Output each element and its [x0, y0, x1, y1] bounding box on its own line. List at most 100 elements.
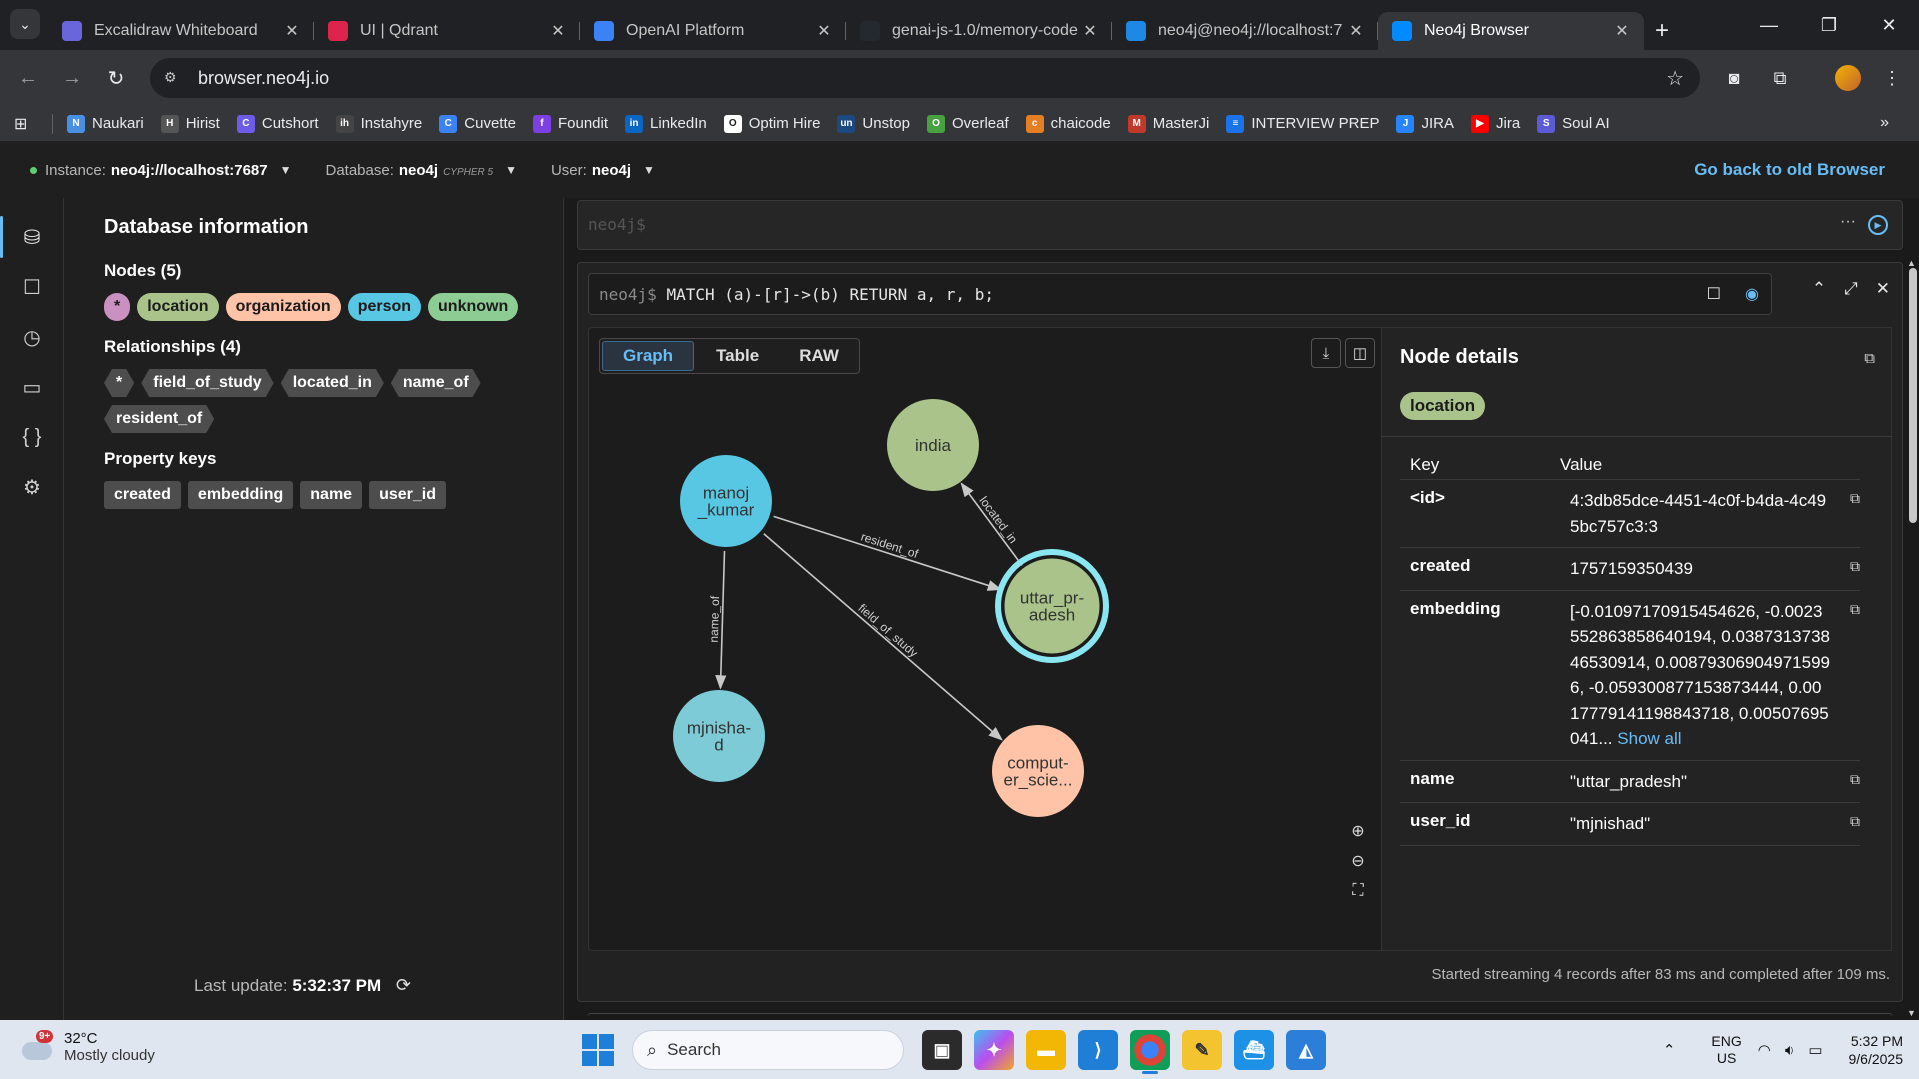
fit-to-screen-icon[interactable]: ⛶ — [1345, 878, 1371, 904]
browser-tab[interactable]: neo4j@neo4j://localhost:7 ✕ — [1112, 12, 1378, 50]
property-key-chip[interactable]: user_id — [369, 481, 446, 509]
bookmark-item[interactable]: O Overleaf — [926, 114, 1009, 133]
chevron-up-icon[interactable]: ⌃ — [1663, 1041, 1676, 1059]
graph-edge[interactable] — [763, 533, 1003, 741]
bookmark-item[interactable]: N Naukari — [67, 114, 144, 133]
file-explorer-icon[interactable]: ▬ — [1026, 1030, 1066, 1070]
copy-icon[interactable]: ⧉ — [1850, 813, 1860, 830]
bookmark-item[interactable]: M MasterJi — [1127, 114, 1209, 133]
more-bookmarks-icon[interactable]: » — [1880, 114, 1889, 132]
bookmark-item[interactable]: S Soul AI — [1537, 114, 1610, 133]
frame-query-bar[interactable]: neo4j$ MATCH (a)-[r]->(b) RETURN a, r, b… — [588, 273, 1772, 315]
docker-icon[interactable]: ⛴ — [1234, 1030, 1274, 1070]
refresh-icon[interactable]: ⟳ — [396, 975, 411, 995]
reload-button[interactable]: ↻ — [100, 62, 132, 94]
copy-icon[interactable]: ⧉ — [1864, 350, 1875, 367]
bookmark-item[interactable]: c chaicode — [1025, 114, 1111, 133]
copy-icon[interactable]: ⧉ — [1850, 771, 1860, 788]
browser-tab[interactable]: UI | Qdrant ✕ — [314, 12, 580, 50]
graph-node[interactable]: india — [887, 399, 979, 491]
scroll-thumb[interactable] — [1909, 268, 1917, 523]
node-label-chip[interactable]: location — [137, 293, 219, 321]
tab-search-button[interactable]: ⌄ — [10, 9, 40, 39]
collapse-icon[interactable]: ⌃ — [1812, 279, 1826, 299]
bookmark-item[interactable]: ≡ INTERVIEW PREP — [1226, 114, 1379, 133]
sticky-notes-icon[interactable]: ✎ — [1182, 1030, 1222, 1070]
params-icon[interactable]: { } — [0, 412, 64, 462]
browser-tab[interactable]: OpenAI Platform ✕ — [580, 12, 846, 50]
bookmark-item[interactable]: O Optim Hire — [723, 114, 820, 133]
copy-icon[interactable]: ⧉ — [1850, 558, 1860, 575]
bookmark-item[interactable]: f Foundit — [532, 114, 608, 133]
favorites-icon[interactable]: ☐ — [0, 262, 64, 312]
apps-grid-icon[interactable]: ⊞ — [14, 114, 36, 134]
screenshot-icon[interactable]: ◙ — [1720, 64, 1748, 92]
url-text[interactable]: browser.neo4j.io — [198, 68, 329, 89]
property-key-chip[interactable]: embedding — [187, 481, 294, 509]
node-label-chip[interactable]: organization — [225, 293, 341, 321]
browser-tab[interactable]: Neo4j Browser ✕ — [1378, 12, 1644, 50]
graph-node[interactable]: comput-er_scie... — [992, 725, 1084, 817]
relationship-chip[interactable]: resident_of — [104, 405, 214, 433]
bookmark-item[interactable]: in LinkedIn — [625, 114, 707, 133]
close-icon[interactable]: ✕ — [1612, 21, 1632, 41]
browser-menu-icon[interactable]: ⋮ — [1878, 64, 1906, 92]
vscode-icon[interactable]: ⟩ — [1078, 1030, 1118, 1070]
bookmark-item[interactable]: J JIRA — [1396, 114, 1454, 133]
copilot-icon[interactable]: ✦ — [974, 1030, 1014, 1070]
chrome-icon[interactable] — [1130, 1030, 1170, 1074]
database-icon[interactable]: ⛁ — [0, 212, 64, 262]
graph-node[interactable]: manoj_kumar — [680, 455, 772, 547]
azure-icon[interactable]: ◭ — [1286, 1030, 1326, 1070]
bookmark-item[interactable]: C Cutshort — [236, 114, 319, 133]
property-key-chip[interactable]: created — [104, 481, 181, 509]
bookmark-icon[interactable]: ☐ — [1707, 284, 1721, 304]
more-options-icon[interactable]: ··· — [1840, 213, 1856, 231]
close-icon[interactable]: ✕ — [548, 21, 568, 41]
history-icon[interactable]: ◷ — [0, 312, 64, 362]
zoom-out-icon[interactable]: ⊖ — [1345, 848, 1371, 874]
run-query-button[interactable]: ▶ — [1868, 215, 1888, 235]
close-frame-icon[interactable]: ✕ — [1876, 279, 1890, 299]
database-selector[interactable]: Database: neo4j CYPHER 5 — [325, 162, 493, 179]
bookmark-item[interactable]: ▶ Jira — [1471, 114, 1520, 133]
node-label-chip[interactable]: person — [347, 293, 422, 321]
user-selector[interactable]: User: neo4j — [551, 162, 631, 179]
volume-icon[interactable]: 🔉︎ — [1785, 1042, 1794, 1059]
browser-tab[interactable]: genai-js-1.0/memory-code ✕ — [846, 12, 1112, 50]
forward-button[interactable]: → — [56, 62, 88, 94]
task-view-icon[interactable]: ▣ — [922, 1030, 962, 1070]
settings-icon[interactable]: ⚙ — [0, 462, 64, 512]
main-scrollbar[interactable]: ▲ ▼ — [1907, 258, 1917, 1018]
relationship-chip[interactable]: name_of — [391, 369, 481, 397]
new-tab-button[interactable]: + — [1644, 12, 1680, 50]
show-all-link[interactable]: Show all — [1617, 729, 1681, 748]
old-browser-link[interactable]: Go back to old Browser — [1694, 160, 1885, 180]
wifi-icon[interactable]: ◠ — [1758, 1041, 1771, 1059]
bookmark-item[interactable]: un Unstop — [837, 114, 910, 133]
language-indicator[interactable]: ENG US — [1711, 1033, 1741, 1067]
chevron-down-icon[interactable]: ▼ — [505, 163, 517, 177]
bookmark-item[interactable]: H Hirist — [160, 114, 220, 133]
bookmark-item[interactable]: ih Instahyre — [335, 114, 422, 133]
property-key-chip[interactable]: name — [300, 481, 363, 509]
profile-avatar[interactable] — [1834, 64, 1862, 92]
address-bar[interactable]: ⚙ browser.neo4j.io ☆ — [150, 58, 1700, 98]
relationship-chip[interactable]: * — [104, 369, 134, 397]
browser-tab[interactable]: Excalidraw Whiteboard ✕ — [48, 12, 314, 50]
fullscreen-icon[interactable]: ⤢ — [1844, 279, 1858, 299]
site-info-icon[interactable]: ⚙ — [164, 69, 182, 87]
node-label-chip[interactable]: * — [104, 293, 131, 321]
copy-icon[interactable]: ⧉ — [1850, 601, 1860, 618]
battery-icon[interactable]: ▭ — [1808, 1041, 1822, 1059]
extensions-icon[interactable]: ⧉ — [1766, 64, 1794, 92]
close-icon[interactable]: ✕ — [1346, 21, 1366, 41]
relationship-chip[interactable]: field_of_study — [141, 369, 273, 397]
bookmark-item[interactable]: C Cuvette — [439, 114, 516, 133]
chevron-down-icon[interactable]: ▼ — [643, 163, 655, 177]
graph-edge[interactable] — [960, 482, 1023, 567]
close-window-button[interactable]: ✕ — [1859, 0, 1919, 50]
zoom-in-icon[interactable]: ⊕ — [1345, 818, 1371, 844]
guides-icon[interactable]: ▭ — [0, 362, 64, 412]
rerun-icon[interactable]: ◉ — [1745, 284, 1759, 304]
